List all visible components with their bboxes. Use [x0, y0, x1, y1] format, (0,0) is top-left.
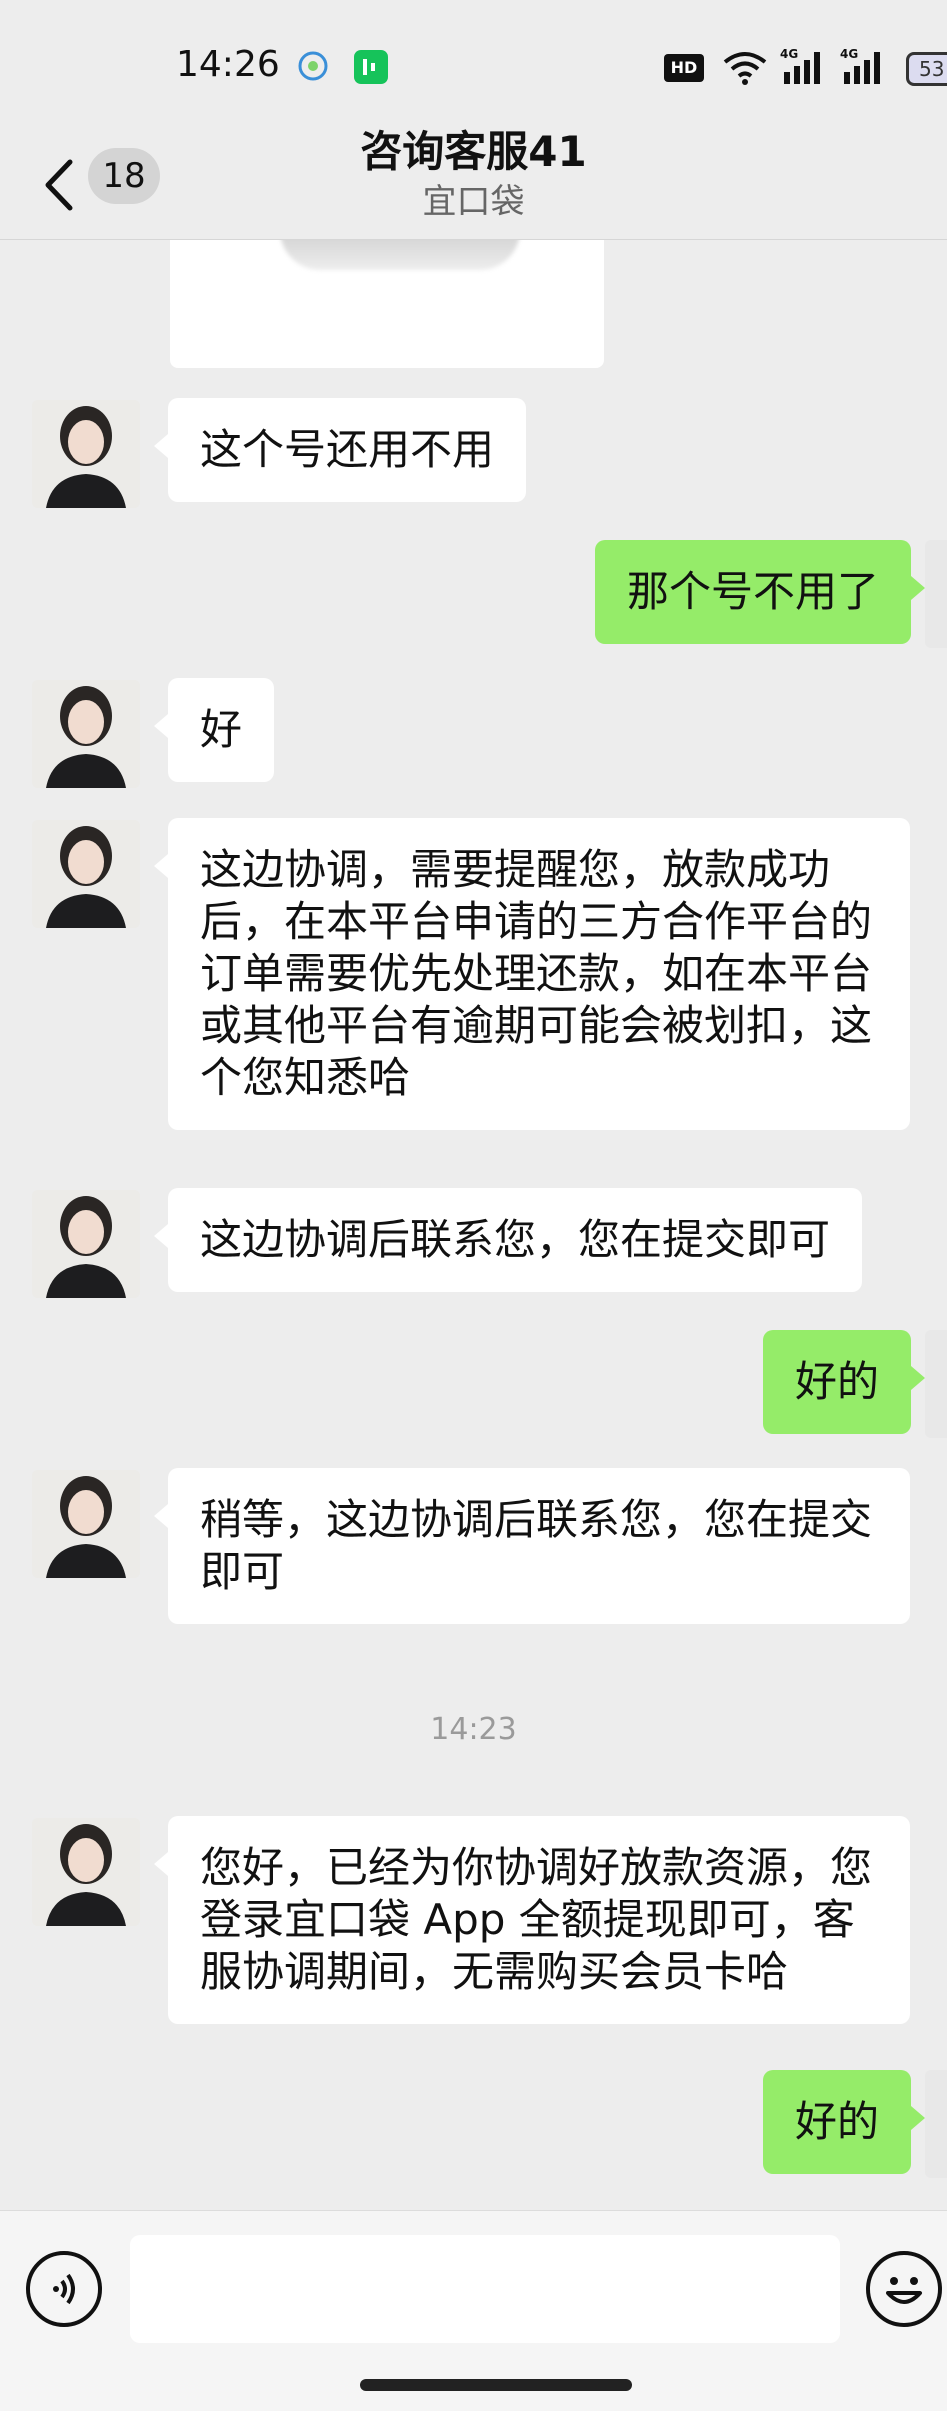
agent-avatar[interactable]	[32, 400, 140, 508]
signal-icon: 4G	[780, 47, 820, 84]
network-label: 4G	[780, 47, 798, 61]
message-timestamp: 14:23	[430, 1712, 517, 1747]
user-avatar[interactable]	[925, 1330, 947, 1438]
input-bar	[0, 2210, 947, 2411]
user-avatar[interactable]	[925, 2070, 947, 2178]
assistant-icon	[298, 51, 328, 81]
agent-message[interactable]: 这边协调后联系您，您在提交即可	[153, 1188, 863, 1292]
agent-message[interactable]: 好	[153, 678, 275, 782]
avatar-photo	[32, 820, 140, 928]
chat-subtitle: 宜口袋	[422, 182, 525, 222]
user-message[interactable]: 好的	[762, 1330, 926, 1434]
user-message[interactable]: 好的	[762, 2070, 926, 2174]
avatar-photo	[32, 680, 140, 788]
signal-icon-2: 4G	[840, 47, 880, 84]
user-avatar[interactable]	[925, 540, 947, 648]
home-indicator[interactable]	[360, 2379, 632, 2391]
image-message[interactable]	[170, 240, 604, 368]
status-bar: 14:26 HD 4G 4G 53	[0, 0, 947, 130]
agent-message[interactable]: 这个号还用不用	[153, 398, 527, 502]
wifi-icon	[723, 52, 767, 85]
avatar-photo	[32, 1190, 140, 1298]
message-input[interactable]	[130, 2235, 840, 2343]
battery-icon: 53	[906, 52, 947, 86]
smiley-face-icon	[886, 2277, 922, 2304]
avatar-photo	[32, 1818, 140, 1926]
agent-avatar[interactable]	[32, 820, 140, 928]
agent-message[interactable]: 您好，已经为你协调好放款资源，您登录宜口袋 App 全额提现即可，客服协调期间，…	[154, 1816, 910, 2024]
voice-wave-icon	[53, 2273, 75, 2305]
app-notification-icon	[354, 50, 388, 84]
agent-avatar[interactable]	[32, 680, 140, 788]
voice-icon[interactable]	[26, 2251, 102, 2327]
agent-message[interactable]: 稍等，这边协调后联系您，您在提交即可	[154, 1468, 910, 1624]
agent-avatar[interactable]	[32, 1190, 140, 1298]
agent-message[interactable]: 这边协调，需要提醒您，放款成功后，在本平台申请的三方合作平台的订单需要优先处理还…	[154, 818, 910, 1130]
status-time: 14:26	[176, 44, 280, 85]
image-thumbnail	[280, 240, 520, 270]
network-label-2: 4G	[840, 47, 858, 61]
message-list[interactable]: 这个号还用不用 那个号不用了 好 这边协调，需要提醒您，放款成功后，在本平台申请…	[0, 240, 947, 2210]
chat-title: 咨询客服41	[360, 127, 587, 176]
agent-avatar[interactable]	[32, 1470, 140, 1578]
avatar-photo	[32, 400, 140, 508]
agent-avatar[interactable]	[32, 1818, 140, 1926]
hd-icon: HD	[664, 54, 704, 82]
user-message[interactable]: 那个号不用了	[594, 540, 926, 644]
emoji-icon[interactable]	[866, 2251, 942, 2327]
avatar-photo	[32, 1470, 140, 1578]
